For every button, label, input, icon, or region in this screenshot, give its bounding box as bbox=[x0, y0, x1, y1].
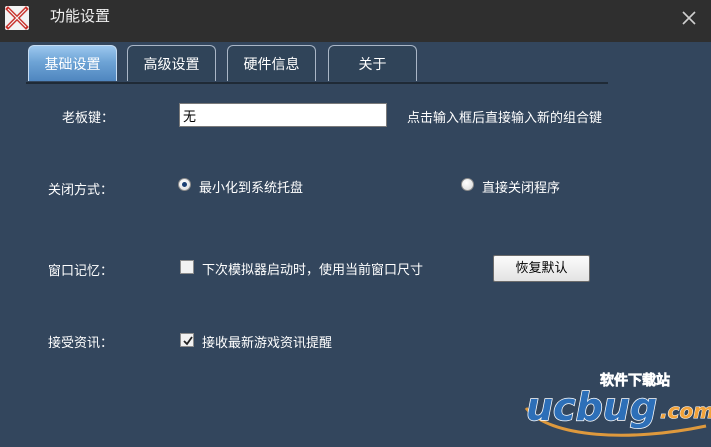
close-directly-label[interactable]: 直接关闭程序 bbox=[482, 177, 560, 196]
watermark-brand: ucbug bbox=[526, 385, 657, 429]
tab-about[interactable]: 关于 bbox=[328, 45, 417, 81]
checkmark-icon bbox=[183, 336, 193, 346]
window-size-checkbox-label[interactable]: 下次模拟器启动时，使用当前窗口尺寸 bbox=[202, 259, 423, 278]
boss-key-hint: 点击输入框后直接输入新的组合键 bbox=[407, 111, 603, 126]
minimize-to-tray-label[interactable]: 最小化到系统托盘 bbox=[199, 177, 303, 196]
window-title: 功能设置 bbox=[50, 7, 111, 25]
tab-hardware-info[interactable]: 硬件信息 bbox=[227, 45, 316, 81]
watermark-suffix: .com bbox=[660, 399, 711, 423]
boss-key-label: 老板键： bbox=[62, 111, 115, 126]
news-checkbox-label[interactable]: 接收最新游戏资讯提醒 bbox=[202, 332, 332, 351]
news-checkbox[interactable] bbox=[180, 333, 194, 347]
radio-minimize-to-tray[interactable] bbox=[178, 178, 191, 191]
tab-basic-settings[interactable]: 基础设置 bbox=[28, 45, 117, 81]
window-memory-label: 窗口记忆： bbox=[48, 264, 114, 279]
close-mode-label: 关闭方式： bbox=[48, 183, 114, 198]
radio-selected-dot bbox=[182, 182, 187, 187]
app-x-logo-icon bbox=[5, 6, 29, 30]
tab-divider bbox=[26, 82, 608, 84]
tab-advanced-settings[interactable]: 高级设置 bbox=[127, 45, 216, 81]
ucbug-watermark: 软件下载站 ucbug .com bbox=[520, 368, 711, 443]
news-label: 接受资讯： bbox=[48, 336, 114, 351]
window-size-checkbox[interactable] bbox=[180, 260, 194, 274]
tab-bar: 基础设置 高级设置 硬件信息 关于 bbox=[26, 44, 608, 84]
boss-key-input[interactable] bbox=[179, 103, 387, 127]
close-icon[interactable] bbox=[679, 8, 699, 28]
radio-close-directly[interactable] bbox=[461, 178, 474, 191]
restore-default-button[interactable]: 恢复默认 bbox=[493, 255, 590, 282]
title-bar: 功能设置 bbox=[0, 0, 711, 42]
